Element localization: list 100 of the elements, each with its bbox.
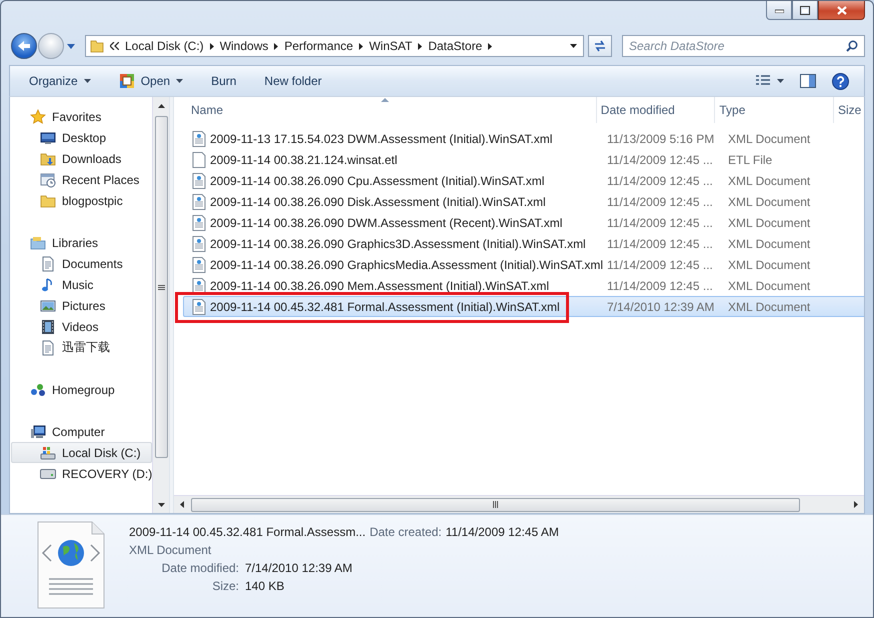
nav-item[interactable]: blogpostpic: [11, 190, 152, 211]
breadcrumb[interactable]: Windows: [220, 39, 268, 53]
file-name: 2009-11-14 00.38.26.090 DWM.Assessment (Recent).WinSAT.xml: [210, 216, 562, 230]
document-icon: [40, 256, 56, 272]
right-arrow-icon: [854, 501, 858, 508]
date-modified: 7/14/2010 12:39 AM: [606, 300, 716, 314]
document-icon: [40, 340, 56, 356]
toolbar-button[interactable]: New folder: [256, 70, 330, 92]
chevron-right-icon: [488, 42, 492, 50]
search-field[interactable]: Search DataStore: [622, 35, 865, 57]
date-modified: 11/14/2009 12:45 ...: [606, 236, 714, 250]
nav-item[interactable]: Music: [11, 274, 152, 295]
vertical-scrollbar[interactable]: [152, 97, 169, 513]
breadcrumb[interactable]: Local Disk (C:): [125, 39, 204, 53]
folder-arrow-icon: [40, 150, 56, 166]
refresh-icon: [593, 40, 607, 52]
file-row[interactable]: 2009-11-14 00.38.26.090 Mem.Assessment (Initial).WinSAT.xml 11/14/2009 12:45 ... XML Document: [183, 275, 864, 296]
field-label: Size:: [211, 578, 239, 595]
maximize-button[interactable]: [792, 1, 818, 20]
caret-icon: [67, 44, 75, 48]
field-value: 11/14/2009 12:45 AM: [446, 525, 559, 539]
help-icon: [832, 72, 849, 90]
chevron-right-icon: [418, 42, 422, 50]
nav-item[interactable]: Local Disk (C:): [11, 442, 152, 463]
nav-item[interactable]: Recent Places: [11, 169, 152, 190]
breadcrumb[interactable]: Performance: [284, 39, 354, 53]
file-row[interactable]: 2009-11-14 00.45.32.481 Formal.Assessment (Initial).WinSAT.xml 7/14/2010 12:39 AM XML Document: [183, 296, 864, 317]
blank-file-icon: [192, 152, 206, 168]
nav-item[interactable]: Videos: [11, 316, 152, 337]
caret-icon: [777, 79, 784, 83]
xml-document-icon: [37, 521, 105, 609]
file-row[interactable]: 2009-11-13 17.15.54.023 DWM.Assessment (Initial).WinSAT.xml 11/13/2009 5:16 PM XML Document: [183, 128, 864, 149]
address-bar[interactable]: Local Disk (C:) Windows Performance WinSAT DataStore: [85, 35, 584, 57]
date-modified: 11/14/2009 12:45 ...: [606, 152, 714, 166]
nav-item[interactable]: Libraries: [11, 232, 152, 253]
nav-item[interactable]: Pictures: [11, 295, 152, 316]
computer-icon: [30, 424, 46, 440]
breadcrumb[interactable]: DataStore: [428, 39, 482, 53]
xml-file-icon: [192, 278, 206, 294]
nav-item[interactable]: Computer: [11, 421, 152, 442]
file-name: 2009-11-14 00.38.21.124.winsat.etl: [210, 152, 398, 166]
film-icon: [40, 318, 56, 334]
toolbar-button[interactable]: Organize: [21, 70, 99, 92]
breadcrumb[interactable]: WinSAT: [369, 39, 412, 53]
drive-icon: [40, 444, 56, 460]
xml-file-icon: [192, 214, 206, 230]
column-header[interactable]: Type: [715, 97, 834, 123]
preview-pane-icon: [800, 74, 816, 88]
file-type: XML Document: [727, 236, 812, 250]
search-input[interactable]: Search DataStore: [629, 39, 846, 53]
folder-icon: [40, 192, 56, 208]
file-name: 2009-11-14 00.38.26.090 GraphicsMedia.Assessment (Initial).WinSAT.xml: [210, 258, 604, 272]
field-label: Date modified:: [160, 560, 239, 577]
file-name: 2009-11-14 00.38.26.090 Graphics3D.Assessment (Initial).WinSAT.xml: [210, 236, 586, 250]
horizontal-scrollbar[interactable]: [174, 495, 864, 513]
column-header[interactable]: Size: [834, 97, 864, 123]
back-arrow-icon: [17, 40, 31, 52]
file-type: ETL File: [727, 152, 774, 166]
file-name: 2009-11-14 00.38.26.090 Mem.Assessment (Initial).WinSAT.xml: [210, 278, 550, 292]
minimize-button[interactable]: [766, 1, 792, 20]
file-row[interactable]: 2009-11-14 00.38.26.090 Graphics3D.Assessment (Initial).WinSAT.xml 11/14/2009 12:45 ... XML Document: [183, 233, 864, 254]
nav-item[interactable]: Homegroup: [11, 379, 152, 400]
xml-file-icon: [192, 172, 206, 188]
scrollbar-thumb[interactable]: [191, 498, 800, 512]
file-row[interactable]: 2009-11-14 00.38.26.090 DWM.Assessment (Recent).WinSAT.xml 11/14/2009 12:45 ... XML Document: [183, 212, 864, 233]
xml-file-icon: [192, 256, 206, 272]
chevron-right-icon: [359, 42, 364, 50]
clock-window-icon: [40, 172, 56, 188]
maximize-icon: [800, 6, 810, 14]
up-arrow-icon: [158, 104, 164, 108]
colored-spheres-icon: [30, 382, 46, 398]
history-dropdown-button[interactable]: [65, 44, 77, 48]
nav-item[interactable]: Documents: [11, 253, 152, 274]
nav-item[interactable]: Favorites: [11, 106, 152, 127]
file-name: 2009-11-14 00.38.26.090 Disk.Assessment (Initial).WinSAT.xml: [210, 194, 546, 208]
nav-item[interactable]: 迅雷下载: [11, 337, 152, 358]
column-header[interactable]: Date modified: [596, 97, 716, 123]
file-row[interactable]: 2009-11-14 00.38.26.090 Cpu.Assessment (Initial).WinSAT.xml 11/14/2009 12:45 ... XML Document: [183, 170, 864, 191]
nav-item[interactable]: Downloads: [11, 148, 152, 169]
close-button[interactable]: [818, 1, 865, 20]
toolbar-button[interactable]: Open: [110, 69, 192, 93]
field-value: 140 KB: [245, 578, 286, 595]
nav-item[interactable]: RECOVERY (D:): [11, 463, 152, 484]
file-name: 2009-11-14 00.38.26.090 Cpu.Assessment (Initial).WinSAT.xml: [210, 174, 544, 188]
file-row[interactable]: 2009-11-14 00.38.26.090 GraphicsMedia.Assessment (Initial).WinSAT.xml 11/14/2009 12:45 ... XML Document: [183, 254, 864, 275]
folder-icon: [30, 234, 46, 250]
scrollbar-thumb[interactable]: [154, 116, 168, 458]
file-type: XML Document: [727, 300, 812, 314]
date-modified: 11/13/2009 5:16 PM: [606, 132, 716, 146]
refresh-button[interactable]: [588, 35, 612, 57]
file-row[interactable]: 2009-11-14 00.38.21.124.winsat.etl 11/14/2009 12:45 ... ETL File: [183, 149, 864, 170]
file-name: 2009-11-14 00.45.32.481 Formal.Assessm...: [129, 525, 366, 539]
back-button[interactable]: [11, 33, 37, 59]
file-row[interactable]: 2009-11-14 00.38.26.090 Disk.Assessment (Initial).WinSAT.xml 11/14/2009 12:45 ... XML Document: [183, 191, 864, 212]
xml-file-icon: [192, 236, 206, 252]
file-type: XML Document: [129, 542, 212, 559]
column-header[interactable]: Name: [174, 97, 597, 123]
file-name: 2009-11-14 00.45.32.481 Formal.Assessment (Initial).WinSAT.xml: [210, 300, 560, 314]
toolbar-button[interactable]: Burn: [203, 70, 244, 92]
nav-item[interactable]: Desktop: [11, 127, 152, 148]
